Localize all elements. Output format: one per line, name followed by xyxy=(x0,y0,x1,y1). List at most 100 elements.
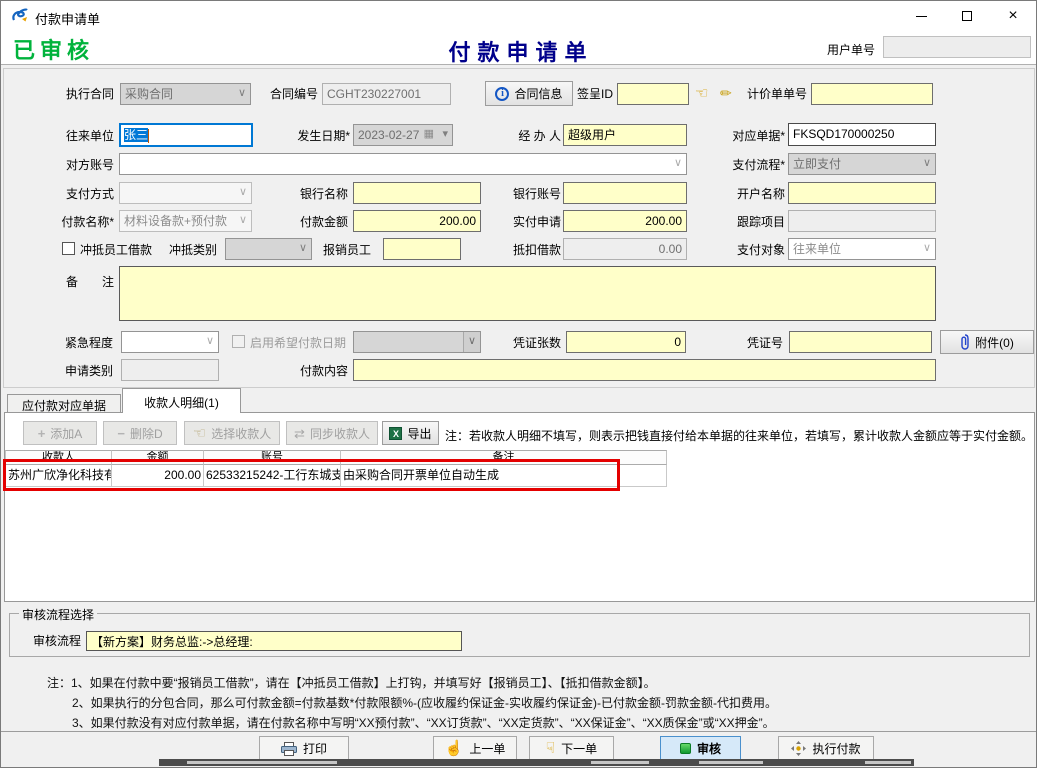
pay-amount-label: 付款金额 xyxy=(291,211,348,233)
pay-method-label: 支付方式 xyxy=(39,183,114,205)
actual-pay-input[interactable]: 200.00 xyxy=(563,210,687,232)
enable-hope-date-label: 启用希望付款日期 xyxy=(250,332,350,354)
prev-doc-button[interactable]: ☝ 上一单 xyxy=(433,736,517,761)
delete-payee-button[interactable]: − 删除D xyxy=(103,421,177,445)
sync-payee-button[interactable]: ⇄ 同步收款人 xyxy=(286,421,378,445)
add-payee-button[interactable]: + 添加A xyxy=(23,421,97,445)
chevron-down-icon: ∨ xyxy=(674,158,682,169)
voucher-no-label: 凭证号 xyxy=(731,332,783,354)
pay-method-combo[interactable]: ∨ xyxy=(119,182,252,204)
track-project-input[interactable] xyxy=(788,210,936,232)
pricing-no-input[interactable] xyxy=(811,83,933,105)
chevron-down-icon: ∨ xyxy=(239,187,247,198)
edit-pencil-icon[interactable]: ✏ xyxy=(720,86,732,100)
approval-flow-input[interactable]: 【新方案】财务总监:->总经理: xyxy=(86,631,462,651)
remark-textarea[interactable] xyxy=(119,266,936,321)
approval-flow-group-title: 审核流程选择 xyxy=(19,606,97,623)
chevron-down-icon: ∨ xyxy=(239,215,247,226)
footer-note-1: 注：1、如果在付款中要“报销员工借款”，请在【冲抵员工借款】上打钩，并填写好【报… xyxy=(47,674,656,691)
hand-pointer-icon: ☜ xyxy=(193,426,206,441)
print-button[interactable]: 打印 xyxy=(259,736,349,761)
minimize-button[interactable] xyxy=(898,1,944,31)
green-square-icon xyxy=(680,743,691,754)
execute-payment-button[interactable]: 执行付款 xyxy=(778,736,874,761)
tab-payable-docs[interactable]: 应付款对应单据 xyxy=(7,394,121,413)
plus-icon: + xyxy=(38,427,46,440)
user-no-input[interactable] xyxy=(883,36,1031,58)
partner-selected-text: 张三 xyxy=(124,128,148,142)
handler-input[interactable]: 超级用户 xyxy=(563,124,687,146)
bank-name-input[interactable] xyxy=(353,182,481,204)
chevron-down-icon: ∨ xyxy=(923,158,931,169)
sign-id-input[interactable] xyxy=(617,83,689,105)
calendar-icon: ▦ xyxy=(424,129,434,140)
voucher-count-label: 凭证张数 xyxy=(503,332,561,354)
offset-loan-checkbox[interactable] xyxy=(62,242,75,255)
occur-date-picker[interactable]: 2023-02-27 ▦ ▾ xyxy=(353,124,453,146)
window-title: 付款申请单 xyxy=(35,9,100,28)
pay-amount-input[interactable]: 200.00 xyxy=(353,210,481,232)
account-name-input[interactable] xyxy=(788,182,936,204)
pay-name-value: 材料设备款+预付款 xyxy=(124,214,227,228)
attachment-label: 附件(0) xyxy=(975,334,1014,351)
partner-input[interactable]: 张三 xyxy=(119,123,253,147)
exec-contract-combo[interactable]: 采购合同 ∨ xyxy=(120,83,251,105)
pay-name-label: 付款名称* xyxy=(31,211,114,233)
bank-account-input[interactable] xyxy=(563,182,687,204)
maximize-button[interactable] xyxy=(944,1,990,31)
print-label: 打印 xyxy=(303,740,327,757)
urgency-combo[interactable]: ∨ xyxy=(121,331,219,353)
pay-target-combo[interactable]: 往来单位 ∨ xyxy=(788,238,936,260)
party-account-combo[interactable]: ∨ xyxy=(119,153,687,175)
title-bar: 付款申请单 × xyxy=(1,1,1036,31)
chevron-down-icon: ∨ xyxy=(463,332,480,352)
chevron-down-icon: ∨ xyxy=(299,243,307,254)
footer-divider xyxy=(1,731,1036,732)
header: 已审核 付款申请单 用户单号 xyxy=(1,31,1036,65)
urgency-label: 紧急程度 xyxy=(51,332,113,354)
bank-name-label: 银行名称 xyxy=(291,183,348,205)
pay-content-input[interactable] xyxy=(353,359,936,381)
offset-type-combo[interactable]: ∨ xyxy=(225,238,312,260)
approve-label: 审核 xyxy=(697,740,721,757)
bank-account-label: 银行账号 xyxy=(501,183,561,205)
ref-doc-input[interactable]: FKSQD170000250 xyxy=(788,123,936,146)
contract-no-input[interactable]: CGHT230227001 xyxy=(322,83,451,105)
footer-note-3: 3、如果付款没有对应付款单据，请在付款名称中写明“XX预付款”、“XX订货款”、… xyxy=(72,714,775,731)
sign-id-label: 签呈ID xyxy=(571,83,613,105)
edge-dash xyxy=(699,761,763,764)
pay-flow-combo[interactable]: 立即支付 ∨ xyxy=(788,153,936,175)
deduct-loan-label: 抵扣借款 xyxy=(501,239,561,261)
enable-hope-date-checkbox[interactable] xyxy=(232,335,245,348)
reimburse-emp-input[interactable] xyxy=(383,238,461,260)
partner-label: 往来单位 xyxy=(39,125,114,147)
attachment-button[interactable]: 附件(0) xyxy=(940,330,1034,354)
next-doc-button[interactable]: ☟ 下一单 xyxy=(529,736,614,761)
edge-dash xyxy=(591,761,649,764)
minus-icon: − xyxy=(117,427,125,440)
close-button[interactable]: × xyxy=(990,1,1036,31)
chevron-down-icon: ∨ xyxy=(206,336,214,347)
page-title: 付款申请单 xyxy=(331,35,711,67)
pay-name-combo[interactable]: 材料设备款+预付款 ∨ xyxy=(119,210,252,232)
voucher-count-input[interactable]: 0 xyxy=(566,331,686,353)
voucher-no-input[interactable] xyxy=(789,331,932,353)
chevron-down-icon: ∨ xyxy=(923,243,931,254)
select-payee-button[interactable]: ☜ 选择收款人 xyxy=(184,421,280,445)
prev-doc-label: 上一单 xyxy=(469,740,505,757)
hand-pointer-icon[interactable]: ☜ xyxy=(695,86,708,101)
text-caret xyxy=(148,129,149,143)
hope-date-combo[interactable]: ∨ xyxy=(353,331,481,353)
next-doc-label: 下一单 xyxy=(561,740,597,757)
contract-info-button[interactable]: i 合同信息 xyxy=(485,81,573,106)
close-icon: × xyxy=(1008,8,1017,24)
printer-icon xyxy=(281,742,297,756)
tab-payee-detail[interactable]: 收款人明细(1) xyxy=(122,388,241,413)
pay-flow-value: 立即支付 xyxy=(793,157,841,171)
apply-type-input[interactable] xyxy=(121,359,219,381)
approve-button[interactable]: 审核 xyxy=(660,736,741,761)
export-button[interactable]: X 导出 xyxy=(382,421,439,445)
handler-label: 经 办 人 xyxy=(501,125,561,147)
excel-icon: X xyxy=(389,427,402,440)
deduct-loan-input[interactable]: 0.00 xyxy=(563,238,687,260)
